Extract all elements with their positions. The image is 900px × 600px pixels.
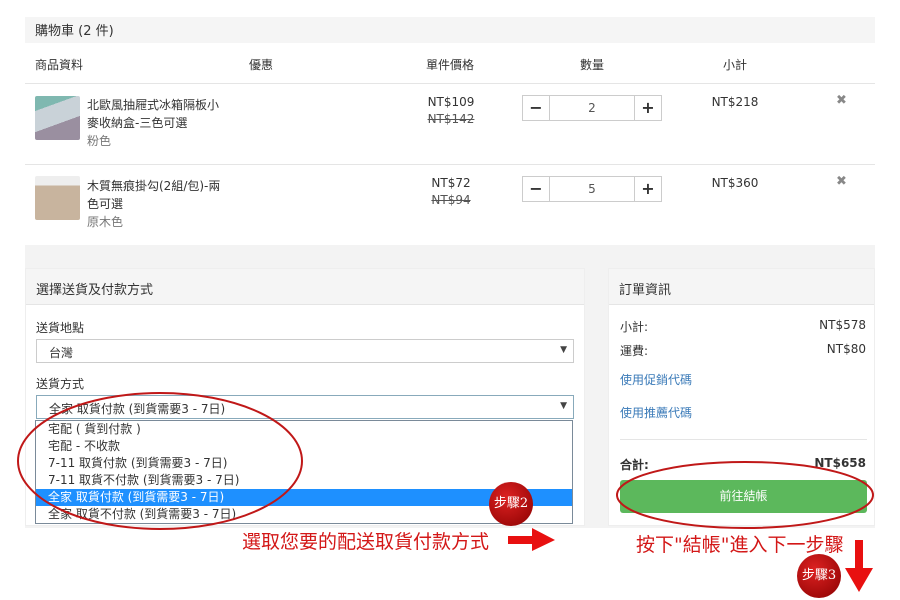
arrow-down-icon bbox=[845, 540, 873, 592]
highlight-ellipse bbox=[17, 392, 303, 530]
annotation-overlay bbox=[17, 392, 874, 592]
arrow-right-icon bbox=[508, 528, 555, 551]
highlight-ellipse bbox=[616, 461, 874, 529]
step3-instruction: 按下"結帳"進入下一步驟 bbox=[636, 534, 844, 556]
step2-badge: 步驟2 bbox=[489, 482, 533, 526]
step3-badge: 步驟3 bbox=[797, 554, 841, 598]
step2-instruction: 選取您要的配送取貨付款方式 bbox=[242, 531, 490, 553]
